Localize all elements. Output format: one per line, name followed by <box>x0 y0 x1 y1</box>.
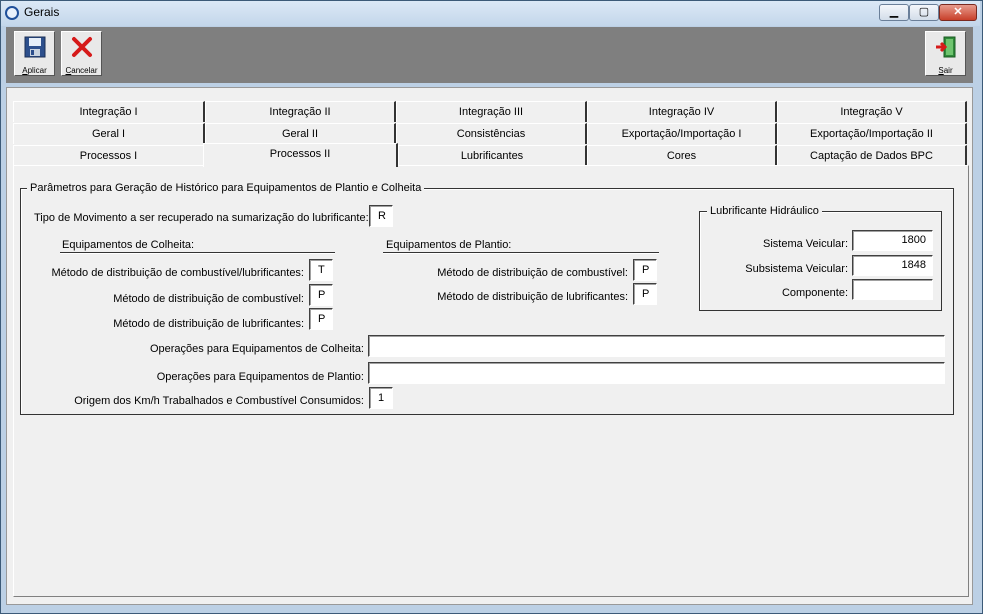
op-colheita-field[interactable] <box>368 335 945 357</box>
plantio-divider <box>383 252 659 254</box>
origem-field[interactable]: 1 <box>369 387 393 409</box>
colheita-comb-field[interactable]: P <box>309 284 333 306</box>
op-plantio-label: Operações para Equipamentos de Plantio: <box>156 371 364 383</box>
cancelar-label: Cancelar <box>65 66 98 75</box>
colheita-comb-lub-field[interactable]: T <box>309 259 333 281</box>
tab-integracao-ii[interactable]: Integração II <box>205 101 396 122</box>
sistema-veicular-field[interactable]: 1800 <box>852 230 933 251</box>
close-button[interactable]: ✕ <box>939 4 977 21</box>
colheita-comb-label: Método de distribuição de combustível: <box>113 293 304 305</box>
tipo-movimento-field[interactable]: R <box>369 205 393 227</box>
toolbar <box>6 27 973 83</box>
origem-label: Origem dos Km/h Trabalhados e Combustíve… <box>74 395 364 407</box>
componente-label: Componente: <box>781 287 848 299</box>
subsistema-veicular-field[interactable]: 1848 <box>852 255 933 276</box>
op-plantio-field[interactable] <box>368 362 945 384</box>
sistema-veicular-label: Sistema Veicular: <box>763 238 848 250</box>
app-icon <box>5 6 19 20</box>
window-title: Gerais <box>24 5 60 19</box>
tipo-movimento-label: Tipo de Movimento a ser recuperado na su… <box>34 212 369 224</box>
plantio-comb-label: Método de distribuição de combustível: <box>437 267 628 279</box>
red-x-icon <box>71 37 92 57</box>
plantio-comb-field[interactable]: P <box>633 259 657 281</box>
title-bar <box>1 1 980 26</box>
aplicar-label: Aplicar <box>22 66 47 75</box>
sair-button[interactable]: Sair <box>925 31 966 76</box>
minimize-button[interactable]: ▁ <box>879 4 909 21</box>
exit-door-icon <box>935 36 955 58</box>
cancelar-button[interactable]: Cancelar <box>61 31 102 76</box>
op-colheita-label: Operações para Equipamentos de Colheita: <box>149 343 364 355</box>
tab-processos-ii[interactable]: Processos II <box>203 143 398 167</box>
plantio-header: Equipamentos de Plantio: <box>386 239 512 251</box>
tab-exportacao-importacao-ii[interactable]: Exportação/Importação II <box>777 123 967 144</box>
tab-integracao-iii[interactable]: Integração III <box>396 101 587 122</box>
colheita-header: Equipamentos de Colheita: <box>62 239 195 251</box>
tab-captacao-dados-bpc[interactable]: Captação de Dados BPC <box>777 145 967 166</box>
maximize-button[interactable]: ▢ <box>909 4 939 21</box>
subsistema-veicular-label: Subsistema Veicular: <box>745 263 848 275</box>
parametros-group-title: Parâmetros para Geração de Histórico par… <box>27 182 425 194</box>
sair-label: Sair <box>938 66 953 75</box>
colheita-lub-label: Método de distribuição de lubrificantes: <box>113 318 304 330</box>
floppy-disk-icon <box>24 36 45 58</box>
tab-integracao-i[interactable]: Integração I <box>13 101 205 122</box>
tab-geral-i[interactable]: Geral I <box>13 123 205 144</box>
colheita-lub-field[interactable]: P <box>309 308 333 330</box>
tab-integracao-iv[interactable]: Integração IV <box>587 101 777 122</box>
tab-exportacao-importacao-i[interactable]: Exportação/Importação I <box>587 123 777 144</box>
tab-integracao-v[interactable]: Integração V <box>777 101 967 122</box>
colheita-divider <box>60 252 335 254</box>
tab-consistencias[interactable]: Consistências <box>396 123 587 144</box>
tab-processos-i[interactable]: Processos I <box>13 145 205 166</box>
aplicar-button[interactable]: Aplicar <box>14 31 55 76</box>
tab-cores[interactable]: Cores <box>587 145 777 166</box>
plantio-lub-field[interactable]: P <box>633 283 657 305</box>
componente-field[interactable] <box>852 279 933 300</box>
plantio-lub-label: Método de distribuição de lubrificantes: <box>437 291 628 303</box>
hidraulico-group-title: Lubrificante Hidráulico <box>707 205 822 217</box>
colheita-comb-lub-label: Método de distribuição de combustível/lu… <box>51 267 304 279</box>
tab-geral-ii[interactable]: Geral II <box>205 123 396 144</box>
tab-lubrificantes[interactable]: Lubrificantes <box>398 145 587 166</box>
